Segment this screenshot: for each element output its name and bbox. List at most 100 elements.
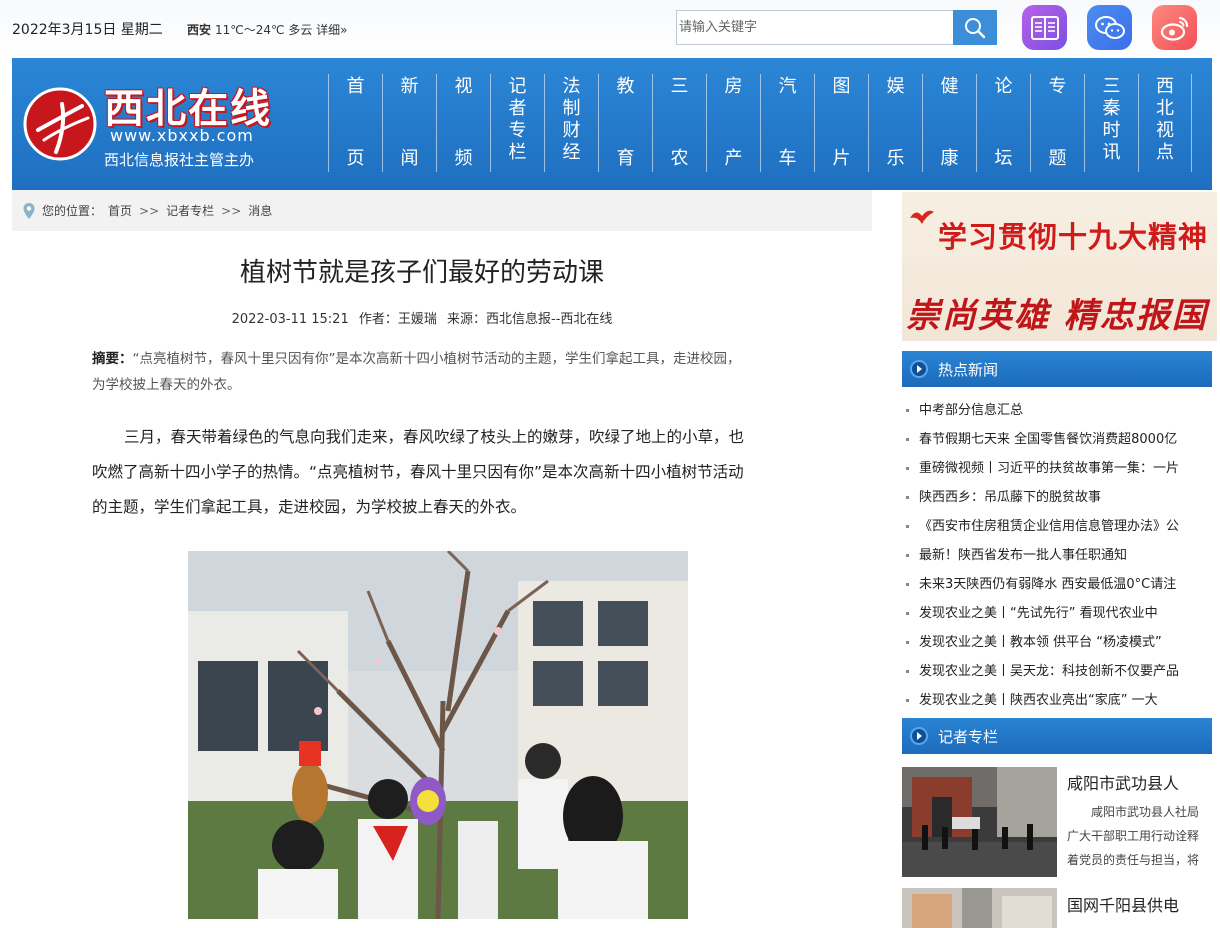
arrow-right-icon: [910, 727, 928, 745]
nav-item[interactable]: 首页: [328, 74, 382, 172]
breadcrumb: 您的位置： 首页 >> 记者专栏 >> 消息: [12, 190, 872, 231]
nav-item[interactable]: 专题: [1030, 74, 1084, 172]
abstract-label: 摘要：: [92, 351, 133, 367]
breadcrumb-reporter-column[interactable]: 记者专栏: [166, 202, 214, 219]
site-subtitle: 西北信息报社主管主办: [104, 151, 255, 169]
reporter-item-thumbnail[interactable]: [902, 888, 1057, 928]
nav-item-char: 财: [562, 120, 581, 141]
hot-news-list: 中考部分信息汇总 春节假期七天来 全国零售餐饮消费超8000亿 重磅微视频丨习近平的…: [906, 396, 1212, 715]
nav-item-char: 健: [940, 76, 959, 97]
photo-illustration: [188, 551, 688, 919]
arrow-right-icon: [910, 360, 928, 378]
hot-news-item[interactable]: 发现农业之美丨吴天龙：科技创新不仅要产品: [906, 657, 1212, 686]
nav-item-char: 经: [562, 142, 581, 163]
hot-news-item[interactable]: 重磅微视频丨习近平的扶贫故事第一集：一片: [906, 454, 1212, 483]
nav-item[interactable]: 娱乐: [868, 74, 922, 172]
hot-news-item[interactable]: 发现农业之美丨陕西农业亮出“家底” 一大: [906, 686, 1212, 715]
nav-item[interactable]: 法制财经: [544, 74, 598, 172]
hot-news-item[interactable]: 发现农业之美丨教本领 供平台 “杨凌模式”: [906, 628, 1212, 657]
nav-item-char: 视: [454, 76, 473, 97]
weibo-button[interactable]: [1152, 5, 1197, 50]
nav-item[interactable]: 健康: [922, 74, 976, 172]
site-header: 西北在线 www.xbxxb.com 西北信息报社主管主办 首页新闻视频记者专栏…: [12, 58, 1212, 190]
nav-item-char: 西: [1156, 76, 1174, 97]
reporter-item-title[interactable]: 国网千阳县供电: [1067, 892, 1179, 916]
nav-item-char: 三: [1102, 76, 1121, 97]
article-photo: [188, 551, 688, 919]
nav-item-char: 制: [562, 98, 581, 119]
weather-info[interactable]: 西安 11℃～24℃ 多云 详细»: [187, 21, 347, 38]
breadcrumb-home[interactable]: 首页: [108, 202, 132, 219]
nav-item-char: 记: [508, 76, 527, 97]
reporter-item-title[interactable]: 咸阳市武功县人: [1067, 770, 1179, 794]
weibo-icon: [1160, 16, 1188, 41]
hot-news-title: 热点新闻: [938, 360, 999, 379]
article-meta: 2022-03-11 15:21 作者：王媛瑞 来源：西北信息报--西北在线: [92, 308, 752, 327]
article-title: 植树节就是孩子们最好的劳动课: [239, 258, 604, 288]
nav-item-char: 娱: [886, 76, 905, 97]
nav-item-char: 北: [1156, 98, 1174, 119]
hot-news-item[interactable]: 陕西西乡：吊瓜藤下的脱贫故事: [906, 483, 1212, 512]
banner-line-1: 学习贯彻十九大精神: [938, 220, 1209, 254]
nav-item[interactable]: 记者专栏: [490, 74, 544, 172]
nav-item-char: 秦: [1102, 98, 1121, 119]
hot-news-item[interactable]: 《西安市住房租赁企业信用信息管理办法》公: [906, 512, 1212, 541]
weather-text: 11℃～24℃ 多云 详细»: [215, 23, 348, 37]
nav-item-char: 农: [670, 148, 689, 169]
nav-item[interactable]: 图片: [814, 74, 868, 172]
nav-item-char: 教: [616, 76, 635, 97]
nav-item[interactable]: 三秦时讯: [1084, 74, 1138, 172]
location-pin-icon: [23, 202, 35, 219]
nav-item-char: 康: [940, 148, 959, 169]
nav-item-char: 专: [508, 120, 527, 141]
breadcrumb-prefix: 您的位置：: [42, 204, 103, 218]
breadcrumb-news[interactable]: 消息: [248, 202, 272, 219]
nav-item-char: 栏: [508, 142, 527, 163]
article-datetime: 2022-03-11 15:21: [231, 312, 349, 327]
nav-item[interactable]: 汽车: [760, 74, 814, 172]
nav-item[interactable]: 教育: [598, 74, 652, 172]
book-icon: [1030, 15, 1059, 40]
hot-news-item[interactable]: 中考部分信息汇总: [906, 396, 1212, 425]
nav-item-char: 产: [724, 148, 743, 169]
hot-news-item[interactable]: 最新！陕西省发布一批人事任职通知: [906, 541, 1212, 570]
nav-item-char: 育: [616, 148, 635, 169]
search-icon: [965, 17, 986, 38]
nav-item-char: 乐: [886, 148, 905, 169]
article-source: 来源：西北信息报--西北在线: [447, 312, 613, 327]
nav-item[interactable]: 新闻: [382, 74, 436, 172]
search-box: [676, 10, 997, 45]
hot-news-item[interactable]: 发现农业之美丨“先试先行” 看现代农业中: [906, 599, 1212, 628]
nav-item[interactable]: 论坛: [976, 74, 1030, 172]
weather-city: 西安: [187, 23, 212, 37]
thumbnail-illustration: [902, 888, 1057, 928]
nav-item[interactable]: 三农: [652, 74, 706, 172]
site-url: www.xbxxb.com: [110, 126, 254, 145]
nav-item-char: 闻: [400, 148, 419, 169]
wechat-button[interactable]: [1087, 5, 1132, 50]
nav-item-char: 车: [778, 148, 797, 169]
article-abstract: 摘要：“点亮植树节，春风十里只因有你”是本次高新十四小植树节活动的主题，学生们拿…: [92, 346, 752, 398]
nav-item-char: 房: [724, 76, 743, 97]
article-author: 作者：王媛瑞: [358, 312, 437, 327]
nav-item[interactable]: 视频: [436, 74, 490, 172]
hot-news-item[interactable]: 春节假期七天来 全国零售餐饮消费超8000亿: [906, 425, 1212, 454]
search-button[interactable]: [953, 10, 997, 45]
reporter-item-thumbnail[interactable]: [902, 767, 1057, 877]
site-logo[interactable]: [22, 82, 112, 162]
abstract-text: “点亮植树节，春风十里只因有你”是本次高新十四小植树节活动的主题，学生们拿起工具…: [92, 351, 741, 393]
promo-banner[interactable]: 学习贯彻十九大精神 崇尚英雄 精忠报国: [902, 192, 1217, 341]
nav-item-char: 首: [346, 76, 365, 97]
nav-item-char: 题: [1048, 148, 1067, 169]
bird-icon: [910, 210, 934, 224]
search-input[interactable]: [676, 10, 953, 45]
current-date: 2022年3月15日 星期二: [12, 22, 163, 38]
nav-item-char: 图: [832, 76, 851, 97]
nav-item-char: 讯: [1102, 142, 1121, 163]
hot-news-item[interactable]: 未来3天陕西仍有弱降水 西安最低温0°C请注: [906, 570, 1212, 599]
digital-paper-button[interactable]: [1022, 5, 1067, 50]
nav-item-char: 视: [1156, 120, 1174, 141]
nav-item[interactable]: 西北视点: [1138, 74, 1192, 172]
nav-item-char: 汽: [778, 76, 797, 97]
nav-item[interactable]: 房产: [706, 74, 760, 172]
